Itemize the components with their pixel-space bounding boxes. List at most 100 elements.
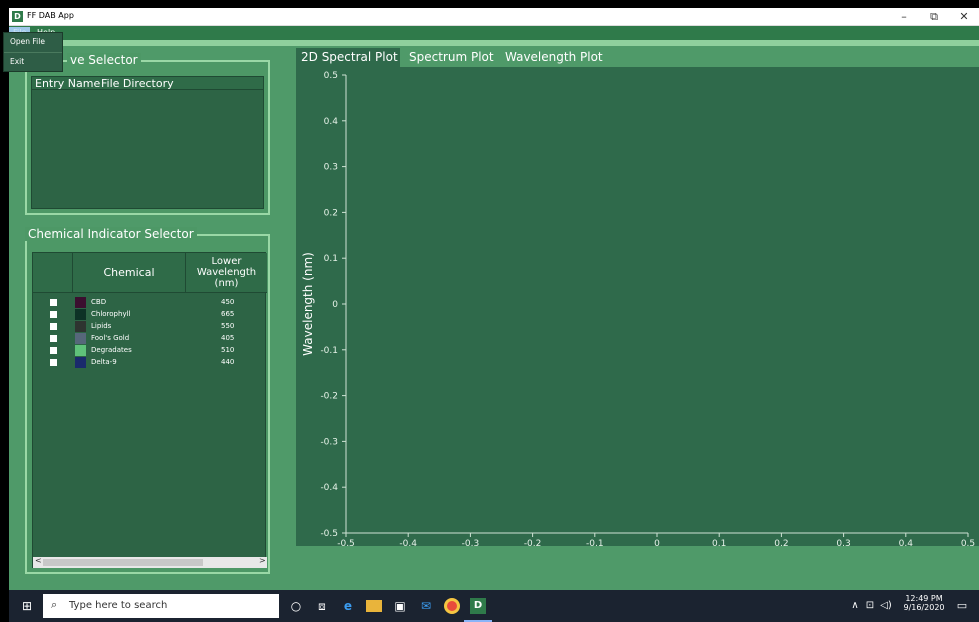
x-tick-label: -0.4 <box>399 539 417 546</box>
x-tick-label: -0.5 <box>337 539 355 546</box>
y-tick-label: 0.2 <box>324 208 338 218</box>
x-tick-label: -0.2 <box>524 539 542 546</box>
chemical-color-swatch[interactable] <box>75 321 86 332</box>
menu-open-file[interactable]: Open File <box>4 33 62 52</box>
column-lower-wavelength[interactable]: Lower Wavelength (nm) <box>186 256 267 289</box>
plot-area[interactable]: 0.5 0.4 0.3 0.2 0.1 0 -0.1 -0.2 -0.3 -0.4 -0.5 -0.5… <box>296 67 979 565</box>
taskbar-search[interactable]: ⌕ Type here to search <box>43 594 279 618</box>
column-chemical[interactable]: Chemical <box>73 253 186 293</box>
cortana-icon[interactable]: ○ <box>288 598 304 614</box>
x-tick-label: 0 <box>654 539 660 546</box>
chemical-row[interactable]: Fool's Gold 405 <box>33 333 269 344</box>
search-icon: ⌕ <box>51 598 58 611</box>
mail-icon[interactable]: ✉ <box>418 598 434 614</box>
close-button[interactable]: ✕ <box>949 8 979 26</box>
x-tick-label: -0.1 <box>586 539 604 546</box>
chemical-checkbox[interactable] <box>50 323 57 330</box>
clock-date: 9/16/2020 <box>903 603 945 612</box>
chemical-name: Delta-9 <box>91 358 117 366</box>
menu-bar: File Help <box>9 26 979 40</box>
chemical-checkbox[interactable] <box>50 299 57 306</box>
chemical-color-swatch[interactable] <box>75 333 86 344</box>
spectral-chart: 0.5 0.4 0.3 0.2 0.1 0 -0.1 -0.2 -0.3 -0.4 -0.5-0.5… <box>301 71 975 565</box>
store-icon[interactable]: ▣ <box>392 598 408 614</box>
chemical-checkbox[interactable] <box>50 347 57 354</box>
network-icon[interactable]: ⊡ <box>862 598 878 614</box>
y-tick-label: 0.3 <box>324 163 338 173</box>
y-tick-label: 0 <box>332 300 338 310</box>
chemical-name: CBD <box>91 298 107 306</box>
task-view-icon[interactable]: ⧈ <box>314 598 330 614</box>
column-file-directory[interactable]: File Directory <box>101 77 174 90</box>
taskbar: ⊞ ⌕ Type here to search ○ ⧈ e ▣ ✉ D ∧ ⊡ … <box>9 590 979 622</box>
volume-icon[interactable]: ◁) <box>878 598 894 614</box>
chemical-checkbox[interactable] <box>50 311 57 318</box>
archive-selector-group: ve Selector Entry Name File Directory <box>25 53 270 215</box>
minimize-button[interactable]: – <box>889 8 919 26</box>
scroll-right-arrow[interactable]: > <box>259 556 266 565</box>
chemical-row[interactable]: Delta-9 440 <box>33 357 269 368</box>
chemical-wavelength: 440 <box>221 358 235 366</box>
tab-wavelength-plot[interactable]: Wavelength Plot <box>500 48 608 67</box>
archive-table[interactable]: Entry Name File Directory <box>31 76 264 209</box>
x-tick-label: 0.5 <box>961 539 975 546</box>
windows-start-icon[interactable]: ⊞ <box>19 598 35 614</box>
y-tick-label: 0.1 <box>324 254 338 264</box>
file-dropdown-menu: Open File Exit <box>3 32 63 72</box>
y-tick-label: -0.1 <box>320 346 338 356</box>
chrome-icon[interactable] <box>444 598 460 614</box>
file-explorer-icon[interactable] <box>366 600 382 612</box>
chemical-name: Chlorophyll <box>91 310 131 318</box>
clock[interactable]: 12:49 PM 9/16/2020 <box>901 594 947 612</box>
chemical-row[interactable]: Lipids 550 <box>33 321 269 332</box>
title-bar: D FF DAB App – ⧉ ✕ <box>9 8 979 26</box>
y-tick-label: -0.2 <box>320 392 338 402</box>
notification-icon[interactable]: ▭ <box>954 598 970 614</box>
chemical-row[interactable]: CBD 450 <box>33 297 269 308</box>
chemical-checkbox[interactable] <box>50 359 57 366</box>
window-title: FF DAB App <box>27 11 74 20</box>
column-select[interactable] <box>33 253 73 293</box>
tab-spectrum-plot[interactable]: Spectrum Plot <box>404 48 499 67</box>
restore-button[interactable]: ⧉ <box>919 8 949 26</box>
y-tick-label: 0.4 <box>324 117 339 127</box>
y-axis-label: Wavelength (nm) <box>301 252 315 356</box>
scroll-thumb[interactable] <box>43 559 203 566</box>
x-tick-label: 0.1 <box>712 539 726 546</box>
y-tick-label: -0.5 <box>320 529 338 539</box>
tray-chevron-icon[interactable]: ∧ <box>847 598 863 614</box>
tab-2d-spectral-plot[interactable]: 2D Spectral Plot <box>296 48 400 67</box>
chemical-color-swatch[interactable] <box>75 357 86 368</box>
horizontal-scrollbar[interactable]: < > <box>33 556 267 568</box>
search-placeholder[interactable]: Type here to search <box>69 600 167 611</box>
chemical-checkbox[interactable] <box>50 335 57 342</box>
chemical-wavelength: 665 <box>221 310 235 318</box>
top-band <box>9 40 979 46</box>
edge-icon[interactable]: e <box>340 598 356 614</box>
x-tick-label: 0.3 <box>836 539 850 546</box>
chemical-color-swatch[interactable] <box>75 297 86 308</box>
chemical-wavelength: 510 <box>221 346 235 354</box>
chemical-row[interactable]: Degradates 510 <box>33 345 269 356</box>
archive-table-header: Entry Name File Directory <box>32 77 263 90</box>
y-tick-label: -0.3 <box>320 437 338 447</box>
y-tick-label: 0.5 <box>324 71 338 81</box>
chemical-row[interactable]: Chlorophyll 665 <box>33 309 269 320</box>
chemical-color-swatch[interactable] <box>75 345 86 356</box>
chemical-selector-group: Chemical Indicator Selector Chemical Low… <box>25 227 270 574</box>
chemical-name: Fool's Gold <box>91 334 130 342</box>
menu-exit[interactable]: Exit <box>4 52 62 71</box>
chemical-table-header: Chemical Lower Wavelength (nm) <box>33 253 267 293</box>
clock-time: 12:49 PM <box>905 594 943 603</box>
chemical-wavelength: 550 <box>221 322 235 330</box>
x-tick-label: 0.2 <box>774 539 788 546</box>
scroll-left-arrow[interactable]: < <box>35 556 42 565</box>
app-taskbar-icon[interactable]: D <box>470 598 486 614</box>
chemical-name: Lipids <box>91 322 112 330</box>
column-entry-name[interactable]: Entry Name <box>35 77 100 90</box>
x-tick-label: 0.4 <box>899 539 914 546</box>
app-window: D FF DAB App – ⧉ ✕ File Help ve Selector… <box>9 8 979 590</box>
chemical-wavelength: 405 <box>221 334 235 342</box>
chemical-table[interactable]: Chemical Lower Wavelength (nm) CBD 450 Chl… <box>32 252 269 568</box>
chemical-color-swatch[interactable] <box>75 309 86 320</box>
